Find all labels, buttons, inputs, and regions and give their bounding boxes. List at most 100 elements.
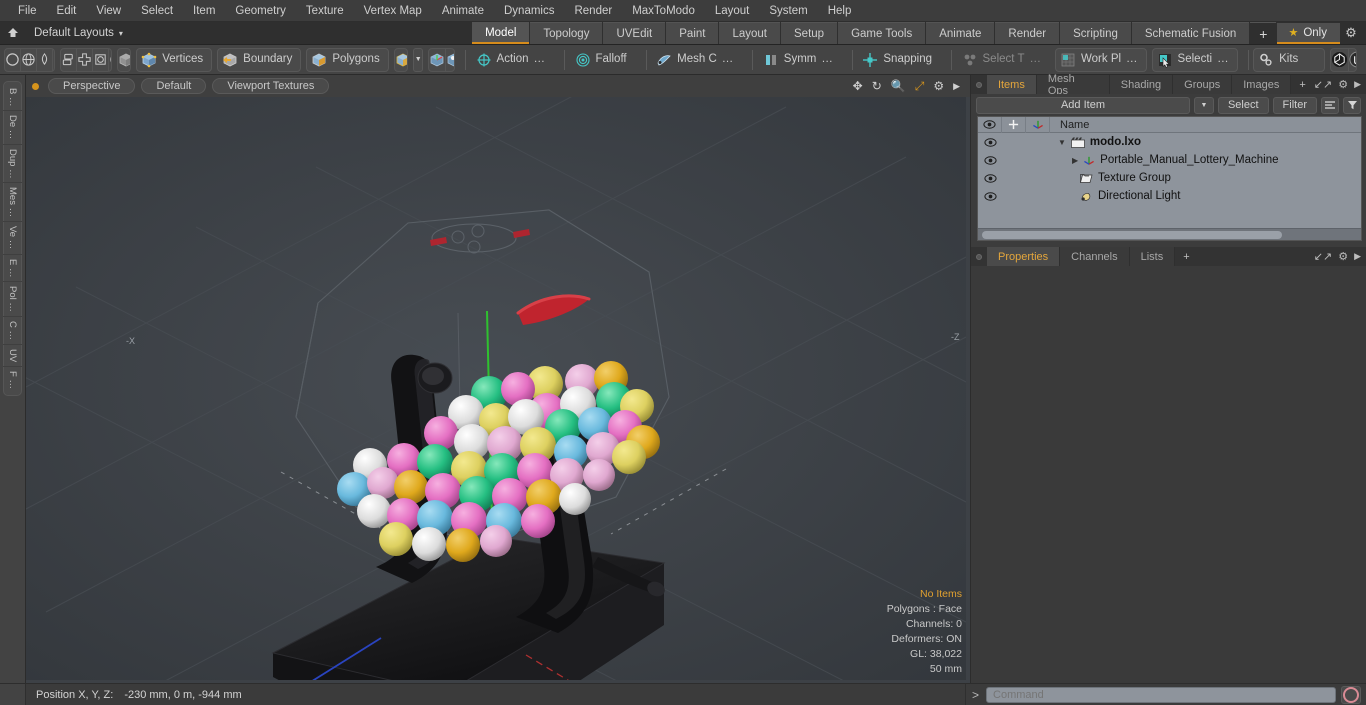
tab-model[interactable]: Model xyxy=(472,22,530,44)
left-tab-basic[interactable]: B … xyxy=(3,84,22,112)
command-input[interactable] xyxy=(986,686,1336,703)
move-icon[interactable]: ✥ xyxy=(853,80,863,92)
mesh-constraint-button[interactable]: Mesh C … xyxy=(651,48,742,72)
select-through-button[interactable]: Select T … xyxy=(957,48,1050,72)
menu-item-render[interactable]: Render xyxy=(564,0,622,22)
table-row[interactable]: Texture Group xyxy=(978,169,1361,187)
table-row[interactable]: ▼ modo.lxo xyxy=(978,133,1361,151)
tab-layout[interactable]: Layout xyxy=(719,22,780,44)
table-row[interactable]: Directional Light xyxy=(978,187,1361,205)
left-tab-vertex[interactable]: Ve … xyxy=(3,222,22,255)
globe-icon[interactable] xyxy=(21,48,37,71)
expand-icon[interactable]: ↙↗ xyxy=(1314,250,1332,263)
viewport-style-selector[interactable]: Default xyxy=(141,78,207,94)
tab-schematic-fusion[interactable]: Schematic Fusion xyxy=(1131,22,1250,44)
row-visibility-toggle[interactable] xyxy=(978,137,1002,147)
fit-icon[interactable]: ⤢ xyxy=(915,80,925,92)
boundary-button[interactable]: Boundary xyxy=(217,47,302,72)
polygons-button[interactable]: Polygons xyxy=(306,47,389,72)
menu-item-view[interactable]: View xyxy=(86,0,131,22)
scrollbar-thumb[interactable] xyxy=(982,230,1282,239)
tab-paint[interactable]: Paint xyxy=(666,22,719,44)
menu-item-vertex-map[interactable]: Vertex Map xyxy=(354,0,432,22)
curve-icon[interactable] xyxy=(53,49,54,71)
tab-animate[interactable]: Animate xyxy=(926,22,995,44)
add-item-dropdown[interactable]: ▼ xyxy=(1193,96,1214,114)
menu-item-help[interactable]: Help xyxy=(818,0,862,22)
gear-icon[interactable]: ⚙ xyxy=(933,80,944,92)
expander-icon[interactable]: ▼ xyxy=(1058,138,1066,147)
only-button[interactable]: ★ Only xyxy=(1277,22,1340,44)
items-add-tab-button[interactable]: + xyxy=(1291,75,1314,94)
record-button[interactable] xyxy=(1341,685,1361,704)
radial-icon[interactable] xyxy=(109,49,111,71)
menu-item-system[interactable]: System xyxy=(759,0,817,22)
select-button[interactable]: Select xyxy=(1217,96,1269,114)
viewport-projection-selector[interactable]: Perspective xyxy=(48,78,136,94)
falloff-button[interactable]: Falloff xyxy=(570,48,636,72)
tab-game-tools[interactable]: Game Tools xyxy=(838,22,926,44)
gizmo-pivot-icon[interactable] xyxy=(446,49,455,71)
tab-topology[interactable]: Topology xyxy=(530,22,603,44)
menu-item-edit[interactable]: Edit xyxy=(47,0,87,22)
panel-menu-dot[interactable] xyxy=(971,247,987,266)
chevron-right-icon[interactable]: ▶ xyxy=(953,81,960,91)
mirror-icon[interactable] xyxy=(61,48,78,71)
left-tab-deform[interactable]: De … xyxy=(3,111,22,145)
table-row[interactable]: ▶ Portable_Manual_Lottery_Machine xyxy=(978,151,1361,169)
tab-groups[interactable]: Groups xyxy=(1173,75,1233,94)
left-tab-duplicate[interactable]: Dup … xyxy=(3,145,22,184)
cube-icon[interactable] xyxy=(118,49,131,71)
left-tab-uv[interactable]: UV xyxy=(3,345,22,368)
list-options-icon[interactable] xyxy=(1321,96,1339,114)
cube-icon[interactable] xyxy=(395,49,408,71)
funnel-icon[interactable] xyxy=(1343,96,1361,114)
filter-button[interactable]: Filter xyxy=(1272,96,1317,114)
tab-lists[interactable]: Lists xyxy=(1129,247,1176,266)
tab-properties[interactable]: Properties xyxy=(987,247,1061,266)
vertices-button[interactable]: Vertices xyxy=(136,47,213,72)
cube-dropdown-caret[interactable]: ▼ xyxy=(413,47,424,72)
expand-icon[interactable]: ↙↗ xyxy=(1314,78,1332,91)
row-visibility-toggle[interactable] xyxy=(978,173,1002,183)
tab-setup[interactable]: Setup xyxy=(781,22,838,44)
rotate-icon[interactable]: ↻ xyxy=(872,80,882,92)
zoom-icon[interactable]: 🔍 xyxy=(891,80,906,92)
tab-scripting[interactable]: Scripting xyxy=(1060,22,1131,44)
selection-sets-button[interactable]: Selecti … xyxy=(1151,47,1238,72)
pen-icon[interactable] xyxy=(37,48,53,71)
snapping-button[interactable]: Snapping xyxy=(857,48,941,72)
add-item-button[interactable]: Add Item xyxy=(976,96,1190,114)
gizmo-axis-icon[interactable] xyxy=(429,48,447,71)
viewport-3d[interactable]: -X -Z Y X Z No Items Polygons xyxy=(26,97,970,683)
modo-ball-icon[interactable] xyxy=(1331,48,1350,71)
left-tab-polygon[interactable]: Pol … xyxy=(3,282,22,318)
gear-icon[interactable]: ⚙ xyxy=(1340,25,1362,41)
tab-shading[interactable]: Shading xyxy=(1109,75,1174,94)
menu-item-animate[interactable]: Animate xyxy=(432,0,494,22)
menu-item-file[interactable]: File xyxy=(8,0,47,22)
tab-channels[interactable]: Channels xyxy=(1060,247,1130,266)
menu-item-item[interactable]: Item xyxy=(183,0,225,22)
tab-items[interactable]: Items xyxy=(986,75,1037,94)
add-tab-button[interactable]: + xyxy=(1250,22,1277,44)
tab-uvedit[interactable]: UVEdit xyxy=(603,22,666,44)
row-visibility-toggle[interactable] xyxy=(978,191,1002,201)
expander-icon[interactable]: ▶ xyxy=(1072,156,1078,165)
gear-icon[interactable]: ⚙ xyxy=(1338,78,1348,91)
home-layout-button[interactable] xyxy=(0,22,26,44)
items-tree-hscrollbar[interactable] xyxy=(978,228,1361,240)
left-tab-curve[interactable]: C … xyxy=(3,317,22,346)
layout-preset-selector[interactable]: Default Layouts ▾ xyxy=(26,22,133,44)
circle-icon[interactable] xyxy=(5,48,21,71)
tab-images[interactable]: Images xyxy=(1232,75,1292,94)
action-center-button[interactable]: Action … xyxy=(471,48,554,72)
chevron-right-icon[interactable]: ▶ xyxy=(1354,251,1361,262)
center-icon[interactable] xyxy=(93,48,110,71)
menu-item-dynamics[interactable]: Dynamics xyxy=(494,0,564,22)
properties-panel-body[interactable] xyxy=(971,266,1366,683)
tab-mesh-ops[interactable]: Mesh Ops xyxy=(1036,73,1110,97)
tab-render[interactable]: Render xyxy=(995,22,1060,44)
menu-item-layout[interactable]: Layout xyxy=(705,0,760,22)
menu-item-maxtomodo[interactable]: MaxToModo xyxy=(622,0,705,22)
